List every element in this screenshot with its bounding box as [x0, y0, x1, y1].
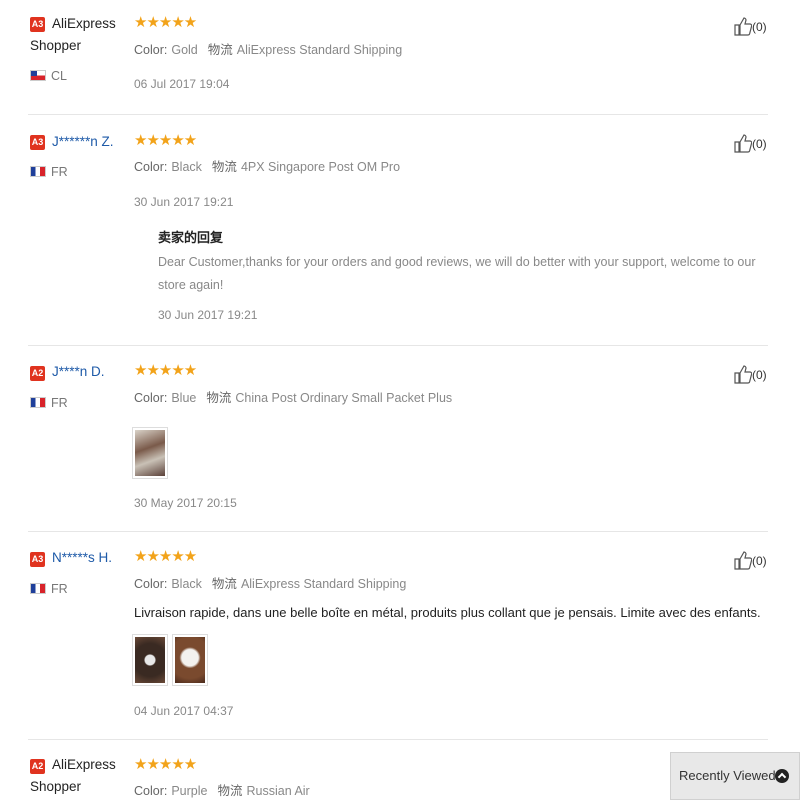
buyer-level-badge: A3: [30, 135, 45, 150]
thumbs-up-icon: [734, 365, 752, 384]
review-item: A3 J******n Z. FR ★★★★★ Color: Black 物流 4PX…: [28, 114, 768, 346]
order-attributes: Color: Blue 物流 China Post Ordinary Small Pa…: [134, 391, 453, 405]
recently-viewed-button[interactable]: Recently Viewed: [670, 752, 800, 800]
helpful-button[interactable]: (0): [734, 550, 767, 571]
reviewer-country: FR: [30, 165, 68, 179]
review-photo-image: [135, 637, 165, 683]
seller-reply-title: 卖家的回复: [158, 230, 224, 245]
reviewer-name-line2: Shopper: [30, 779, 82, 794]
order-attributes: Color: Black 物流 AliExpress Standard Shippin…: [134, 577, 407, 591]
buyer-level-badge: A2: [30, 759, 45, 774]
order-attributes: Color: Gold 物流 AliExpress Standard Shipping: [134, 43, 403, 57]
reviewer-name[interactable]: N*****s H.: [52, 547, 112, 569]
review-photo[interactable]: [132, 634, 168, 686]
buyer-level-badge: A2: [30, 366, 45, 381]
review-item: A2 AliExpress Shopper ★★★★★ Color: Purple…: [28, 739, 768, 800]
seller-reply-date: 30 Jun 2017 19:21: [158, 308, 258, 322]
review-item: A3 N*****s H. FR ★★★★★ Color: Black 物流 AliE…: [28, 531, 768, 740]
seller-reply-text: Dear Customer,thanks for your orders and…: [158, 255, 756, 292]
review-photo[interactable]: [132, 427, 168, 479]
review-photo-image: [175, 637, 205, 683]
recently-viewed-label: Recently Viewed: [679, 768, 776, 783]
thumbs-up-icon: [734, 551, 752, 570]
reviewer-name[interactable]: J******n Z.: [52, 131, 114, 153]
reviewer-name: AliExpress: [52, 757, 116, 772]
reviewer-country: FR: [30, 396, 68, 410]
chevron-up-icon: [775, 769, 789, 783]
review-item: A3 AliExpress Shopper CL ★★★★★ Color: Gol…: [28, 0, 768, 115]
chile-flag-icon: [30, 70, 46, 81]
france-flag-icon: [30, 583, 46, 594]
review-comment: Livraison rapide, dans une belle boîte e…: [134, 605, 761, 620]
rating-stars: ★★★★★: [134, 756, 197, 773]
review-date: 30 Jun 2017 19:21: [134, 195, 234, 209]
reviewer-name-line2: Shopper: [30, 38, 82, 53]
reviewer-name[interactable]: J****n D.: [52, 361, 105, 383]
review-date: 30 May 2017 20:15: [134, 496, 237, 510]
buyer-level-badge: A3: [30, 552, 45, 567]
review-date: 06 Jul 2017 19:04: [134, 77, 230, 91]
review-photo[interactable]: [172, 634, 208, 686]
thumbs-up-icon: [734, 17, 752, 36]
helpful-button[interactable]: (0): [734, 16, 767, 37]
rating-stars: ★★★★★: [134, 362, 197, 379]
helpful-button[interactable]: (0): [734, 133, 767, 154]
helpful-button[interactable]: (0): [734, 364, 767, 385]
reviewer-country: CL: [30, 69, 67, 83]
order-attributes: Color: Purple 物流 Russian Air: [134, 784, 310, 798]
buyer-level-badge: A3: [30, 17, 45, 32]
reviewer-country: FR: [30, 582, 68, 596]
review-photo-image: [135, 430, 165, 476]
rating-stars: ★★★★★: [134, 132, 197, 149]
review-date: 04 Jun 2017 04:37: [134, 704, 234, 718]
rating-stars: ★★★★★: [134, 548, 197, 565]
thumbs-up-icon: [734, 134, 752, 153]
france-flag-icon: [30, 397, 46, 408]
reviewer-name: AliExpress: [52, 16, 116, 31]
order-attributes: Color: Black 物流 4PX Singapore Post OM Pro: [134, 160, 401, 174]
review-item: A2 J****n D. FR ★★★★★ Color: Blue 物流 China …: [28, 345, 768, 532]
france-flag-icon: [30, 166, 46, 177]
rating-stars: ★★★★★: [134, 14, 197, 31]
